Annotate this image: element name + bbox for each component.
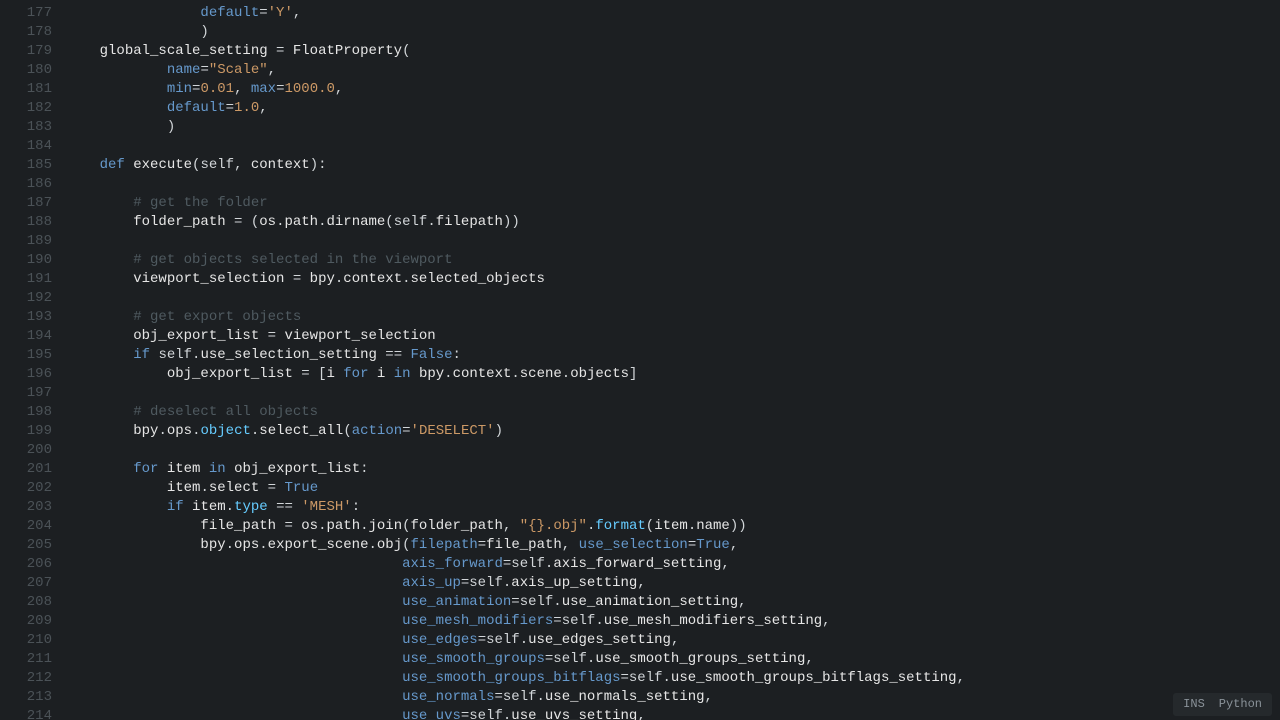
code-line[interactable] xyxy=(66,289,1280,308)
line-number: 190 xyxy=(0,251,52,270)
code-line[interactable]: ) xyxy=(66,118,1280,137)
code-line[interactable]: use_smooth_groups=self.use_smooth_groups… xyxy=(66,650,1280,669)
code-line[interactable]: for item in obj_export_list: xyxy=(66,460,1280,479)
code-line[interactable] xyxy=(66,137,1280,156)
code-line[interactable]: use_uvs=self.use_uvs_setting, xyxy=(66,707,1280,720)
code-line[interactable] xyxy=(66,232,1280,251)
code-area[interactable]: default='Y', ) global_scale_setting = Fl… xyxy=(62,0,1280,720)
line-number: 187 xyxy=(0,194,52,213)
line-number: 191 xyxy=(0,270,52,289)
code-line[interactable]: if item.type == 'MESH': xyxy=(66,498,1280,517)
code-line[interactable]: global_scale_setting = FloatProperty( xyxy=(66,42,1280,61)
line-number: 197 xyxy=(0,384,52,403)
line-number: 210 xyxy=(0,631,52,650)
code-line[interactable]: use_normals=self.use_normals_setting, xyxy=(66,688,1280,707)
language-indicator: Python xyxy=(1219,695,1262,714)
line-number: 205 xyxy=(0,536,52,555)
line-number: 208 xyxy=(0,593,52,612)
code-line[interactable]: viewport_selection = bpy.context.selecte… xyxy=(66,270,1280,289)
line-number: 196 xyxy=(0,365,52,384)
code-line[interactable]: ) xyxy=(66,23,1280,42)
line-number: 183 xyxy=(0,118,52,137)
code-line[interactable]: use_mesh_modifiers=self.use_mesh_modifie… xyxy=(66,612,1280,631)
code-line[interactable]: axis_forward=self.axis_forward_setting, xyxy=(66,555,1280,574)
line-number-gutter: 1771781791801811821831841851861871881891… xyxy=(0,0,62,720)
line-number: 179 xyxy=(0,42,52,61)
line-number: 186 xyxy=(0,175,52,194)
line-number: 182 xyxy=(0,99,52,118)
line-number: 206 xyxy=(0,555,52,574)
line-number: 202 xyxy=(0,479,52,498)
code-line[interactable]: min=0.01, max=1000.0, xyxy=(66,80,1280,99)
line-number: 201 xyxy=(0,460,52,479)
code-line[interactable]: use_smooth_groups_bitflags=self.use_smoo… xyxy=(66,669,1280,688)
line-number: 199 xyxy=(0,422,52,441)
line-number: 193 xyxy=(0,308,52,327)
line-number: 177 xyxy=(0,4,52,23)
code-line[interactable] xyxy=(66,384,1280,403)
code-line[interactable] xyxy=(66,175,1280,194)
line-number: 213 xyxy=(0,688,52,707)
code-line[interactable]: def execute(self, context): xyxy=(66,156,1280,175)
line-number: 181 xyxy=(0,80,52,99)
line-number: 204 xyxy=(0,517,52,536)
code-line[interactable]: item.select = True xyxy=(66,479,1280,498)
code-line[interactable] xyxy=(66,441,1280,460)
line-number: 207 xyxy=(0,574,52,593)
code-line[interactable]: # deselect all objects xyxy=(66,403,1280,422)
line-number: 188 xyxy=(0,213,52,232)
line-number: 198 xyxy=(0,403,52,422)
code-line[interactable]: use_animation=self.use_animation_setting… xyxy=(66,593,1280,612)
code-line[interactable]: file_path = os.path.join(folder_path, "{… xyxy=(66,517,1280,536)
code-line[interactable]: # get objects selected in the viewport xyxy=(66,251,1280,270)
line-number: 200 xyxy=(0,441,52,460)
insert-mode-indicator: INS xyxy=(1183,695,1205,714)
code-line[interactable]: default='Y', xyxy=(66,4,1280,23)
code-line[interactable]: folder_path = (os.path.dirname(self.file… xyxy=(66,213,1280,232)
code-line[interactable]: obj_export_list = viewport_selection xyxy=(66,327,1280,346)
line-number: 178 xyxy=(0,23,52,42)
line-number: 189 xyxy=(0,232,52,251)
line-number: 211 xyxy=(0,650,52,669)
line-number: 184 xyxy=(0,137,52,156)
line-number: 203 xyxy=(0,498,52,517)
line-number: 212 xyxy=(0,669,52,688)
line-number: 192 xyxy=(0,289,52,308)
line-number: 195 xyxy=(0,346,52,365)
code-line[interactable]: obj_export_list = [i for i in bpy.contex… xyxy=(66,365,1280,384)
line-number: 185 xyxy=(0,156,52,175)
code-line[interactable]: bpy.ops.object.select_all(action='DESELE… xyxy=(66,422,1280,441)
line-number: 194 xyxy=(0,327,52,346)
code-line[interactable]: use_edges=self.use_edges_setting, xyxy=(66,631,1280,650)
code-editor[interactable]: 1771781791801811821831841851861871881891… xyxy=(0,0,1280,720)
line-number: 209 xyxy=(0,612,52,631)
code-line[interactable]: # get export objects xyxy=(66,308,1280,327)
code-line[interactable]: if self.use_selection_setting == False: xyxy=(66,346,1280,365)
code-line[interactable]: axis_up=self.axis_up_setting, xyxy=(66,574,1280,593)
line-number: 180 xyxy=(0,61,52,80)
status-bar: INS Python xyxy=(1173,693,1272,716)
line-number: 214 xyxy=(0,707,52,720)
code-line[interactable]: name="Scale", xyxy=(66,61,1280,80)
code-line[interactable]: default=1.0, xyxy=(66,99,1280,118)
code-line[interactable]: bpy.ops.export_scene.obj(filepath=file_p… xyxy=(66,536,1280,555)
code-line[interactable]: # get the folder xyxy=(66,194,1280,213)
